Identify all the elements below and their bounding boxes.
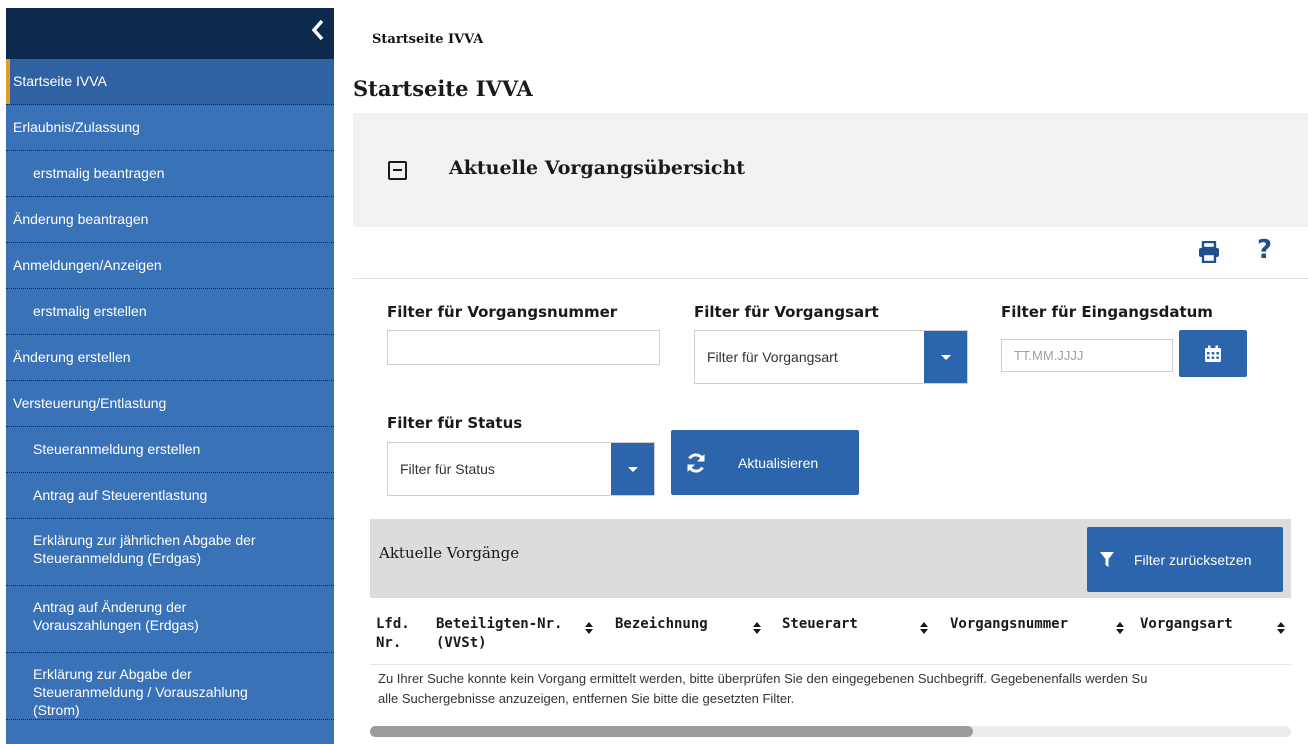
panel-title: Aktuelle Vorgangsübersicht	[449, 157, 746, 179]
sidebar-item-anmeldungen[interactable]: Anmeldungen/Anzeigen	[6, 243, 334, 289]
filter-icon	[1100, 551, 1114, 567]
sidebar-item-label: Steueranmeldung erstellen	[33, 441, 201, 457]
sidebar-item-aenderung-beantragen[interactable]: Änderung beantragen	[6, 197, 334, 243]
empty-results-message: Zu Ihrer Suche konnte kein Vorgang ermit…	[378, 669, 1283, 709]
sidebar-item-label: Antrag auf Steuerentlastung	[33, 487, 208, 503]
column-header-lfd-nr[interactable]: Lfd. Nr.	[376, 615, 410, 653]
sort-icon[interactable]	[1116, 622, 1124, 634]
refresh-button[interactable]: Aktualisieren	[671, 430, 859, 495]
sidebar-item-steuerentlastung[interactable]: Antrag auf Steuerentlastung	[6, 473, 334, 519]
sidebar-item-erlaubnis[interactable]: Erlaubnis/Zulassung	[6, 105, 334, 151]
sidebar-item-versteuerung[interactable]: Versteuerung/Entlastung	[6, 381, 334, 427]
reset-filter-button[interactable]: Filter zurücksetzen	[1087, 527, 1283, 592]
results-header: Aktuelle Vorgänge Filter zurücksetzen	[370, 519, 1291, 598]
sidebar-item-label: Startseite IVVA	[13, 73, 107, 89]
sidebar-item-label: Anmeldungen/Anzeigen	[13, 257, 162, 273]
column-header-vorgangsart[interactable]: Vorgangsart	[1140, 615, 1233, 634]
filter-status-label: Filter für Status	[387, 414, 523, 432]
column-header-vorgangsnummer[interactable]: Vorgangsnummer	[950, 615, 1068, 634]
column-header-bezeichnung[interactable]: Bezeichnung	[615, 615, 708, 634]
sidebar-item-label: Änderung beantragen	[13, 211, 149, 227]
sidebar-item-erlaubnis-beantragen[interactable]: erstmalig beantragen	[6, 151, 334, 197]
sidebar-item-label: erstmalig beantragen	[33, 165, 165, 181]
sidebar-header	[6, 8, 334, 59]
column-header-label: Vorgangsart	[1140, 616, 1233, 632]
sidebar-item-label: (Strom)	[33, 702, 80, 718]
sidebar-item-label: Erlaubnis/Zulassung	[13, 119, 140, 135]
overview-panel: Aktuelle Vorgangsübersicht ? Filter für …	[353, 113, 1308, 744]
sidebar-item-steueranmeldung[interactable]: Steueranmeldung erstellen	[6, 427, 334, 473]
sidebar-item-label: erstmalig erstellen	[33, 303, 147, 319]
filter-vorgangsnummer-label: Filter für Vorgangsnummer	[387, 303, 618, 321]
calendar-button[interactable]	[1179, 330, 1247, 377]
column-header-label: Vorgangsnummer	[950, 616, 1069, 632]
sidebar-item-label: Vorauszahlungen (Erdgas)	[33, 617, 199, 633]
filter-vorgangsart-label: Filter für Vorgangsart	[694, 303, 879, 321]
panel-body: ? Filter für Vorgangsnummer Filter für V…	[353, 227, 1308, 744]
breadcrumb: Startseite IVVA	[372, 32, 484, 47]
panel-header: Aktuelle Vorgangsübersicht	[353, 113, 1308, 227]
filter-vorgangsart-value: Filter für Vorgangsart	[707, 349, 838, 365]
filter-status-value: Filter für Status	[400, 461, 495, 477]
sort-icon[interactable]	[585, 622, 593, 634]
empty-message-line: alle Suchergebnisse anzuzeigen, entferne…	[378, 691, 795, 706]
sidebar-item-startseite[interactable]: Startseite IVVA	[6, 59, 334, 105]
column-header-label: Beteiligten-Nr.	[436, 616, 563, 632]
empty-message-line: Zu Ihrer Suche konnte kein Vorgang ermit…	[378, 671, 1148, 686]
results-title: Aktuelle Vorgänge	[379, 544, 520, 562]
filter-eingangsdatum-label: Filter für Eingangsdatum	[1001, 303, 1213, 321]
table-divider	[370, 664, 1291, 665]
sidebar-item-abgabe-strom[interactable]: Erklärung zur Abgabe der Steueranmeldung…	[6, 653, 334, 720]
sidebar-item-label: Erklärung zur jährlichen Abgabe der	[33, 532, 256, 548]
column-header-label: Bezeichnung	[615, 616, 708, 632]
filter-eingangsdatum-input[interactable]	[1001, 339, 1173, 372]
column-header-label: (VVSt)	[436, 635, 487, 651]
column-header-label: Lfd.	[376, 616, 410, 632]
column-header-beteiligten-nr[interactable]: Beteiligten-Nr. (VVSt)	[436, 615, 562, 653]
sidebar-item-label: Steueranmeldung / Vorauszahlung	[33, 684, 248, 700]
sidebar-item-label: Antrag auf Änderung der	[33, 599, 187, 615]
filter-vorgangsnummer-input[interactable]	[387, 330, 660, 365]
sidebar-item-label: Steueranmeldung (Erdgas)	[33, 550, 202, 566]
reset-filter-label: Filter zurücksetzen	[1134, 551, 1252, 568]
sidebar-item-aenderung-erstellen[interactable]: Änderung erstellen	[6, 335, 334, 381]
sort-icon[interactable]	[920, 622, 928, 634]
filter-status-select[interactable]: Filter für Status	[387, 442, 655, 496]
horizontal-scrollbar[interactable]	[370, 726, 1291, 737]
sidebar: Startseite IVVA Erlaubnis/Zulassung erst…	[6, 8, 334, 744]
print-icon[interactable]	[1198, 241, 1220, 263]
page-title: Startseite IVVA	[353, 76, 533, 101]
column-header-label: Steuerart	[782, 616, 858, 632]
sidebar-item-anmeldung-erstellen[interactable]: erstmalig erstellen	[6, 289, 334, 335]
chevron-left-icon[interactable]	[310, 18, 326, 42]
chevron-down-icon[interactable]	[611, 443, 654, 495]
collapse-icon[interactable]	[388, 161, 407, 180]
sidebar-item-label: Erklärung zur Abgabe der	[33, 666, 192, 682]
sidebar-item-jaehrliche-abgabe[interactable]: Erklärung zur jährlichen Abgabe der Steu…	[6, 519, 334, 586]
sort-icon[interactable]	[753, 622, 761, 634]
sidebar-item-label: Änderung erstellen	[13, 349, 131, 365]
sort-icon[interactable]	[1277, 622, 1285, 634]
column-header-steuerart[interactable]: Steuerart	[782, 615, 858, 634]
refresh-label: Aktualisieren	[738, 454, 819, 471]
sidebar-item-label: Versteuerung/Entlastung	[13, 395, 167, 411]
filter-vorgangsart-select[interactable]: Filter für Vorgangsart	[694, 330, 968, 384]
help-icon[interactable]: ?	[1257, 235, 1272, 265]
panel-toolbar: ?	[353, 227, 1308, 279]
sidebar-item-vorauszahlungen[interactable]: Antrag auf Änderung der Vorauszahlungen …	[6, 586, 334, 653]
calendar-icon	[1205, 345, 1221, 362]
column-header-label: Nr.	[376, 635, 402, 651]
chevron-down-icon[interactable]	[924, 331, 967, 383]
scrollbar-thumb[interactable]	[370, 726, 973, 737]
refresh-icon	[687, 452, 705, 473]
